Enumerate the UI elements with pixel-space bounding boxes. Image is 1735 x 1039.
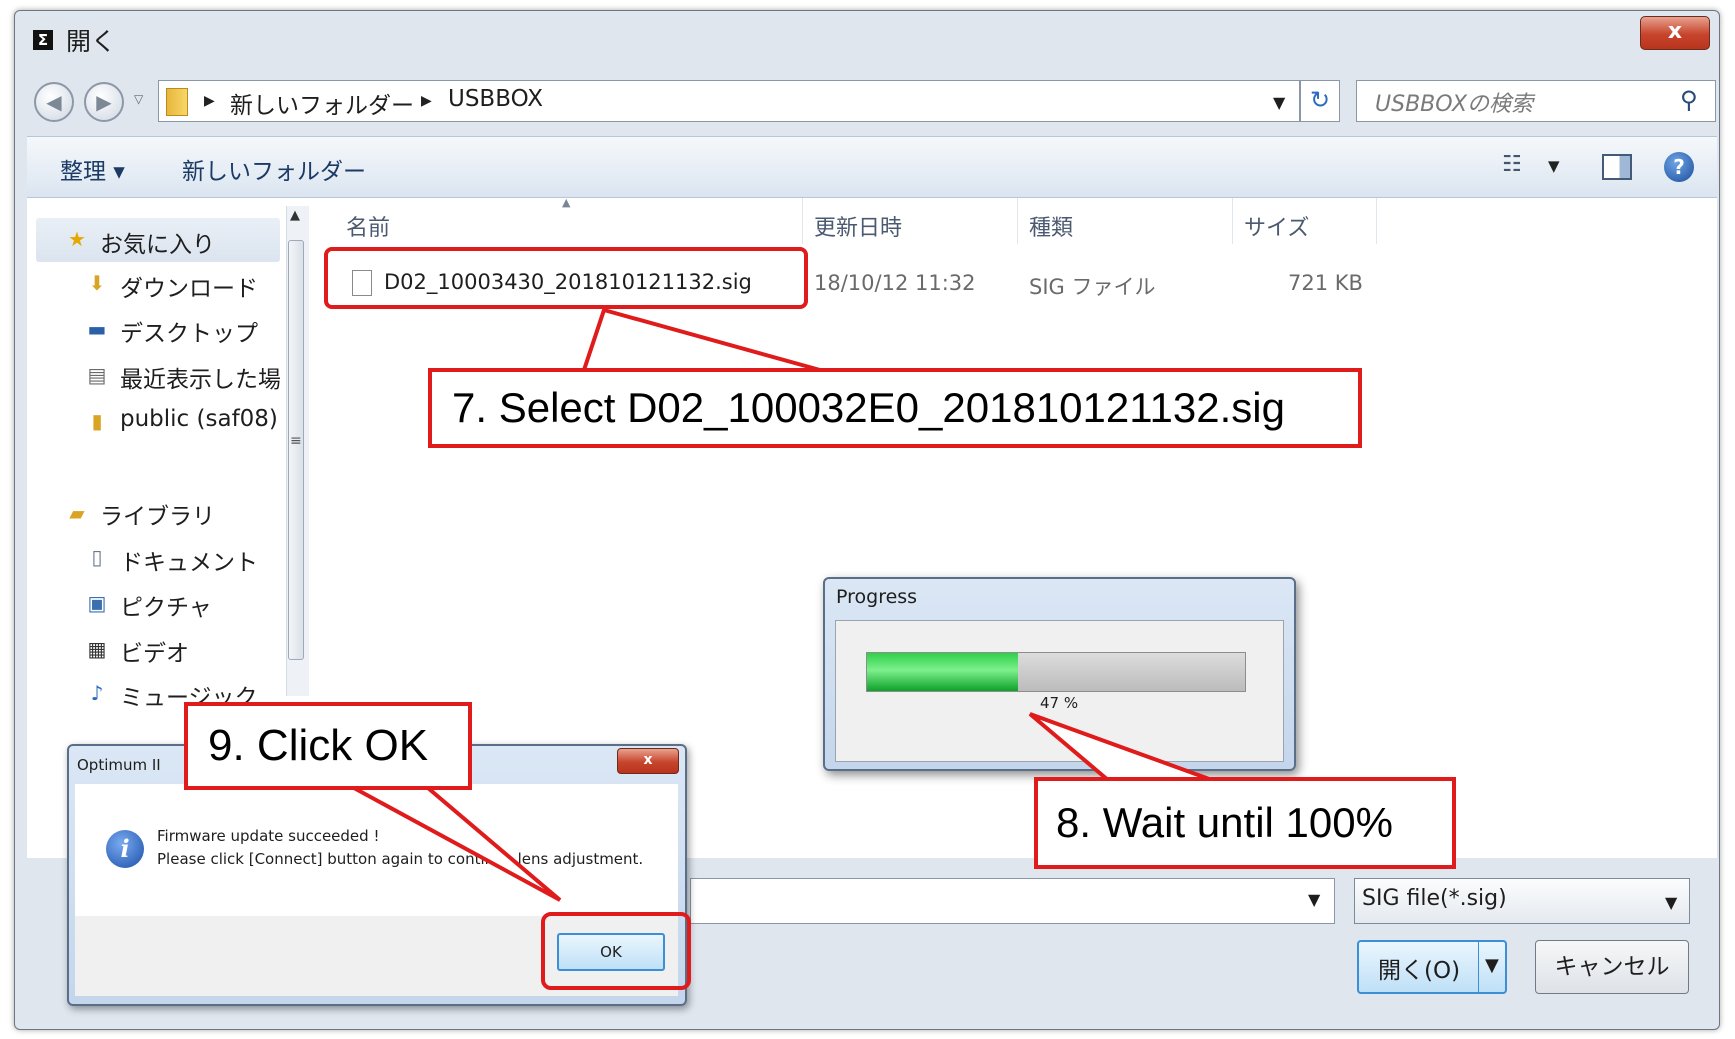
desktop-icon: ▬ [87,317,107,341]
breadcrumb-arrow-icon[interactable]: ▶ [204,93,215,109]
recent-places-icon: ▤ [87,363,107,387]
documents-icon: ▯ [91,545,103,569]
column-header-type[interactable]: 種類 [1029,210,1073,242]
ok-highlight-box [541,912,691,990]
close-button[interactable]: x [1640,16,1710,50]
recent-pages-dropdown-icon[interactable]: ▽ [134,92,143,106]
file-date[interactable]: 18/10/12 11:32 [814,271,976,295]
column-divider[interactable] [802,198,803,244]
message-line-2: Please click [Connect] button again to c… [157,850,644,868]
info-icon: i [106,830,144,868]
refresh-button[interactable]: ↻ [1300,80,1340,122]
sidebar-item-videos[interactable]: ビデオ [120,634,189,668]
preview-pane-icon[interactable] [1602,154,1632,180]
sidebar-item-pictures[interactable]: ピクチャ [120,588,212,622]
forward-button[interactable]: ▶ [84,82,124,122]
file-type[interactable]: SIG ファイル [1029,271,1155,301]
column-divider[interactable] [1376,198,1377,244]
progress-percent: 47 % [1040,694,1079,712]
window-title: 開く [66,27,117,56]
sidebar-item-downloads[interactable]: ダウンロード [120,269,258,303]
star-icon: ★ [68,227,86,251]
scrollbar-grip-icon: ≡ [290,433,302,449]
column-header-size[interactable]: サイズ [1244,210,1309,242]
folder-icon [166,88,188,116]
sidebar-item-documents[interactable]: ドキュメント [120,543,258,577]
network-folder-icon: ▮ [91,409,103,433]
back-button[interactable]: ◀ [34,82,74,122]
sidebar-item-public[interactable]: public (saf08) [120,406,278,432]
view-dropdown-icon[interactable]: ▼ [1548,157,1560,175]
filetype-value: SIG file(*.sig) [1362,886,1507,911]
breadcrumb-usbbox[interactable]: USBBOX [448,86,543,112]
view-options-icon[interactable]: ☷ [1502,152,1522,177]
pictures-icon: ▣ [87,591,107,615]
callout-step-7: 7. Select D02_100032E0_201810121132.sig [428,368,1362,448]
scrollbar-thumb[interactable] [288,240,304,660]
filename-field[interactable] [690,878,1335,924]
breadcrumb-arrow-icon[interactable]: ▶ [421,93,432,109]
callout-step-9: 9. Click OK [184,702,472,790]
library-icon: ▰ [69,501,85,525]
column-divider[interactable] [1017,198,1018,244]
file-highlight-box [324,247,808,309]
new-folder-button[interactable]: 新しいフォルダー [182,152,366,186]
search-placeholder: USBBOXの検索 [1375,92,1534,117]
message-box-close-button[interactable]: x [617,748,679,774]
column-header-date[interactable]: 更新日時 [814,210,902,242]
downloads-icon: ⬇ [88,271,106,295]
message-line-1: Firmware update succeeded ! [157,827,380,845]
breadcrumb-new-folder[interactable]: 新しいフォルダー [230,86,414,120]
file-size[interactable]: 721 KB [1288,271,1363,295]
open-button-divider [1478,942,1479,992]
sidebar-item-libraries[interactable]: ライブラリ [100,497,215,531]
sort-ascending-icon: ▲ [562,196,571,209]
progress-bar-fill [867,653,1018,691]
help-icon[interactable]: ? [1664,152,1694,182]
app-icon: Σ [33,30,53,50]
sidebar-item-favorites[interactable]: お気に入り [100,225,215,259]
cancel-button[interactable]: キャンセル [1535,940,1689,994]
sidebar-item-recent-places[interactable]: 最近表示した場所 [120,360,280,394]
open-dropdown-icon[interactable]: ▼ [1485,955,1499,976]
videos-icon: ▦ [87,637,107,661]
callout-step-8: 8. Wait until 100% [1034,777,1456,869]
organize-button[interactable]: 整理 ▾ [60,152,125,186]
search-icon[interactable]: ⚲ [1680,86,1698,114]
progress-title: Progress [836,586,918,608]
open-button-label: 開く(O) [1378,958,1461,984]
sidebar-item-desktop[interactable]: デスクトップ [120,314,258,348]
column-header-name[interactable]: 名前 [346,210,390,242]
filename-dropdown-icon[interactable]: ▼ [1308,890,1320,909]
scroll-up-icon[interactable]: ▲ [290,208,300,223]
filetype-dropdown-icon[interactable]: ▼ [1665,893,1677,912]
music-icon: ♪ [90,681,104,705]
address-dropdown-icon[interactable]: ▼ [1273,93,1285,112]
column-divider[interactable] [1232,198,1233,244]
message-box-title: Optimum II [77,756,161,774]
